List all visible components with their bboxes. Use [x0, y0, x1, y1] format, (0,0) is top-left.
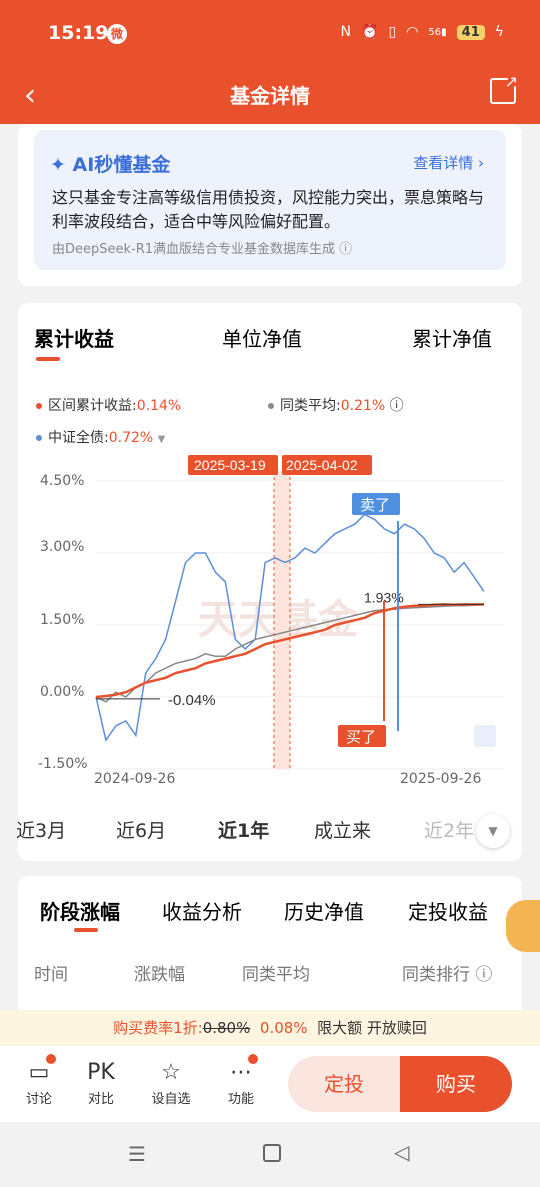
menu-icon[interactable]: ☰ — [128, 1142, 146, 1166]
chat-icon: ▭ — [28, 1060, 50, 1085]
buy-button[interactable]: 购买 — [400, 1056, 512, 1112]
discuss-button[interactable]: ▭ 讨论 — [14, 1054, 64, 1107]
chart-tabs: 累计收益 单位净值 累计净值 — [18, 323, 522, 361]
chart-card: 累计收益 单位净值 累计净值 区间累计收益:0.14% 同类平均:0.21% ⓘ… — [18, 303, 522, 861]
col-time: 时间 — [34, 965, 68, 985]
nfc-icon: N — [340, 24, 352, 40]
status-time: 15:19 — [48, 22, 109, 44]
tab-return-analysis[interactable]: 收益分析 — [162, 896, 242, 925]
sell-label: 卖了 — [360, 497, 390, 514]
signal-icon: 56▮ — [428, 26, 447, 38]
status-bar: 15:19 微 N ⏰ ▯ ◠ 56▮ 41 ϟ — [0, 0, 540, 68]
compare-button[interactable]: PK 对比 — [76, 1058, 126, 1107]
bottom-bar: ▭ 讨论 PK 对比 ☆ 设自选 ⋯ 功能 定投 购买 — [0, 1046, 540, 1122]
system-nav: ☰ ◁ — [0, 1122, 540, 1187]
more-icon: ⋯ — [230, 1060, 252, 1085]
functions-button[interactable]: ⋯ 功能 — [216, 1054, 266, 1107]
period-2y[interactable]: 近2年 — [424, 816, 474, 843]
vibrate-icon: ▯ — [388, 24, 397, 40]
status-icons: N ⏰ ▯ ◠ 56▮ 41 ϟ — [341, 24, 504, 40]
info-icon: ⓘ — [389, 398, 404, 414]
ai-text: 这只基金专注高等级信用债投资，风控能力突出，票息策略与利率波段结合，适合中等风险… — [52, 188, 485, 231]
sparkle-icon: ✦ — [50, 154, 66, 176]
tab-cumulative-return[interactable]: 累计收益 — [34, 323, 114, 352]
label-start: -0.04% — [168, 692, 216, 709]
info-icon: ⓘ — [475, 965, 493, 985]
tab-cumulative-nav[interactable]: 累计净值 — [412, 323, 492, 352]
period-3m[interactable]: 近3月 — [16, 816, 66, 843]
home-icon[interactable] — [263, 1144, 281, 1162]
period-selector: 近3月 近6月 近1年 成立来 近2年 ▼ — [0, 798, 520, 860]
period-inception[interactable]: 成立来 — [314, 816, 371, 843]
fee-banner: 购买费率1折:0.80% 0.08% 限大额 开放赎回 — [0, 1010, 540, 1046]
mascot-icon[interactable] — [506, 900, 540, 952]
legend-fund: 区间累计收益:0.14% — [36, 395, 181, 415]
expand-icon — [474, 725, 496, 747]
tab-stage-change[interactable]: 阶段涨幅 — [40, 896, 120, 925]
legend-avg: 同类平均:0.21% ⓘ — [268, 395, 404, 415]
charging-icon: ϟ — [494, 24, 504, 40]
col-avg: 同类平均 — [242, 965, 310, 985]
tab-underline — [74, 928, 98, 932]
ai-panel[interactable]: ✦ AI秒懂基金 查看详情 › 这只基金专注高等级信用债投资，风控能力突出，票息… — [34, 130, 506, 270]
alarm-icon: ⏰ — [361, 24, 379, 40]
page-title: 基金详情 — [230, 84, 310, 108]
back-nav-icon[interactable]: ◁ — [394, 1140, 409, 1164]
tab-history-nav[interactable]: 历史净值 — [284, 896, 364, 925]
sip-button[interactable]: 定投 — [288, 1056, 400, 1112]
chevron-down-icon[interactable]: ▼ — [476, 814, 510, 848]
chart-svg[interactable]: 天天基金2025-03-192025-04-02-0.04%1.93%卖了买了 — [18, 451, 522, 771]
legend-index[interactable]: 中证全债:0.72% ▼ — [36, 427, 165, 447]
star-icon: ☆ — [161, 1060, 181, 1085]
tab-sip-return[interactable]: 定投收益 — [408, 896, 488, 925]
period-1y[interactable]: 近1年 — [218, 816, 269, 843]
ai-more-link[interactable]: 查看详情 › — [413, 152, 484, 173]
wifi-icon: ◠ — [406, 24, 419, 40]
weibo-icon: 微 — [107, 24, 127, 44]
battery-icon: 41 — [456, 24, 485, 40]
ai-title: ✦ AI秒懂基金 — [50, 154, 171, 176]
dropdown-icon: ▼ — [157, 434, 166, 445]
date-marker-1-label: 2025-03-19 — [194, 457, 266, 473]
x-tick: 2024-09-26 — [94, 771, 176, 787]
buy-label: 买了 — [346, 729, 376, 746]
highlight-band — [274, 471, 290, 769]
share-icon[interactable]: ↗ — [490, 72, 520, 104]
info-icon: ⓘ — [339, 242, 353, 257]
tab-unit-nav[interactable]: 单位净值 — [222, 323, 302, 352]
date-marker-2-label: 2025-04-02 — [286, 457, 358, 473]
ai-card: ✦ AI秒懂基金 查看详情 › 这只基金专注高等级信用债投资，风控能力突出，票息… — [18, 124, 522, 286]
nav-bar: ‹ 基金详情 ↗ — [0, 68, 540, 124]
ai-source: 由DeepSeek-R1满血版结合专业基金数据库生成 ⓘ — [52, 242, 353, 257]
x-tick: 2025-09-26 — [400, 771, 482, 787]
col-rank: 同类排行 ⓘ — [402, 965, 493, 985]
stage-card: 阶段涨幅 收益分析 历史净值 定投收益 时间 涨跌幅 同类平均 同类排行 ⓘ — [18, 876, 522, 1016]
col-change: 涨跌幅 — [134, 965, 185, 985]
period-6m[interactable]: 近6月 — [116, 816, 166, 843]
tab-underline — [36, 357, 60, 361]
add-watchlist-button[interactable]: ☆ 设自选 — [146, 1058, 196, 1107]
